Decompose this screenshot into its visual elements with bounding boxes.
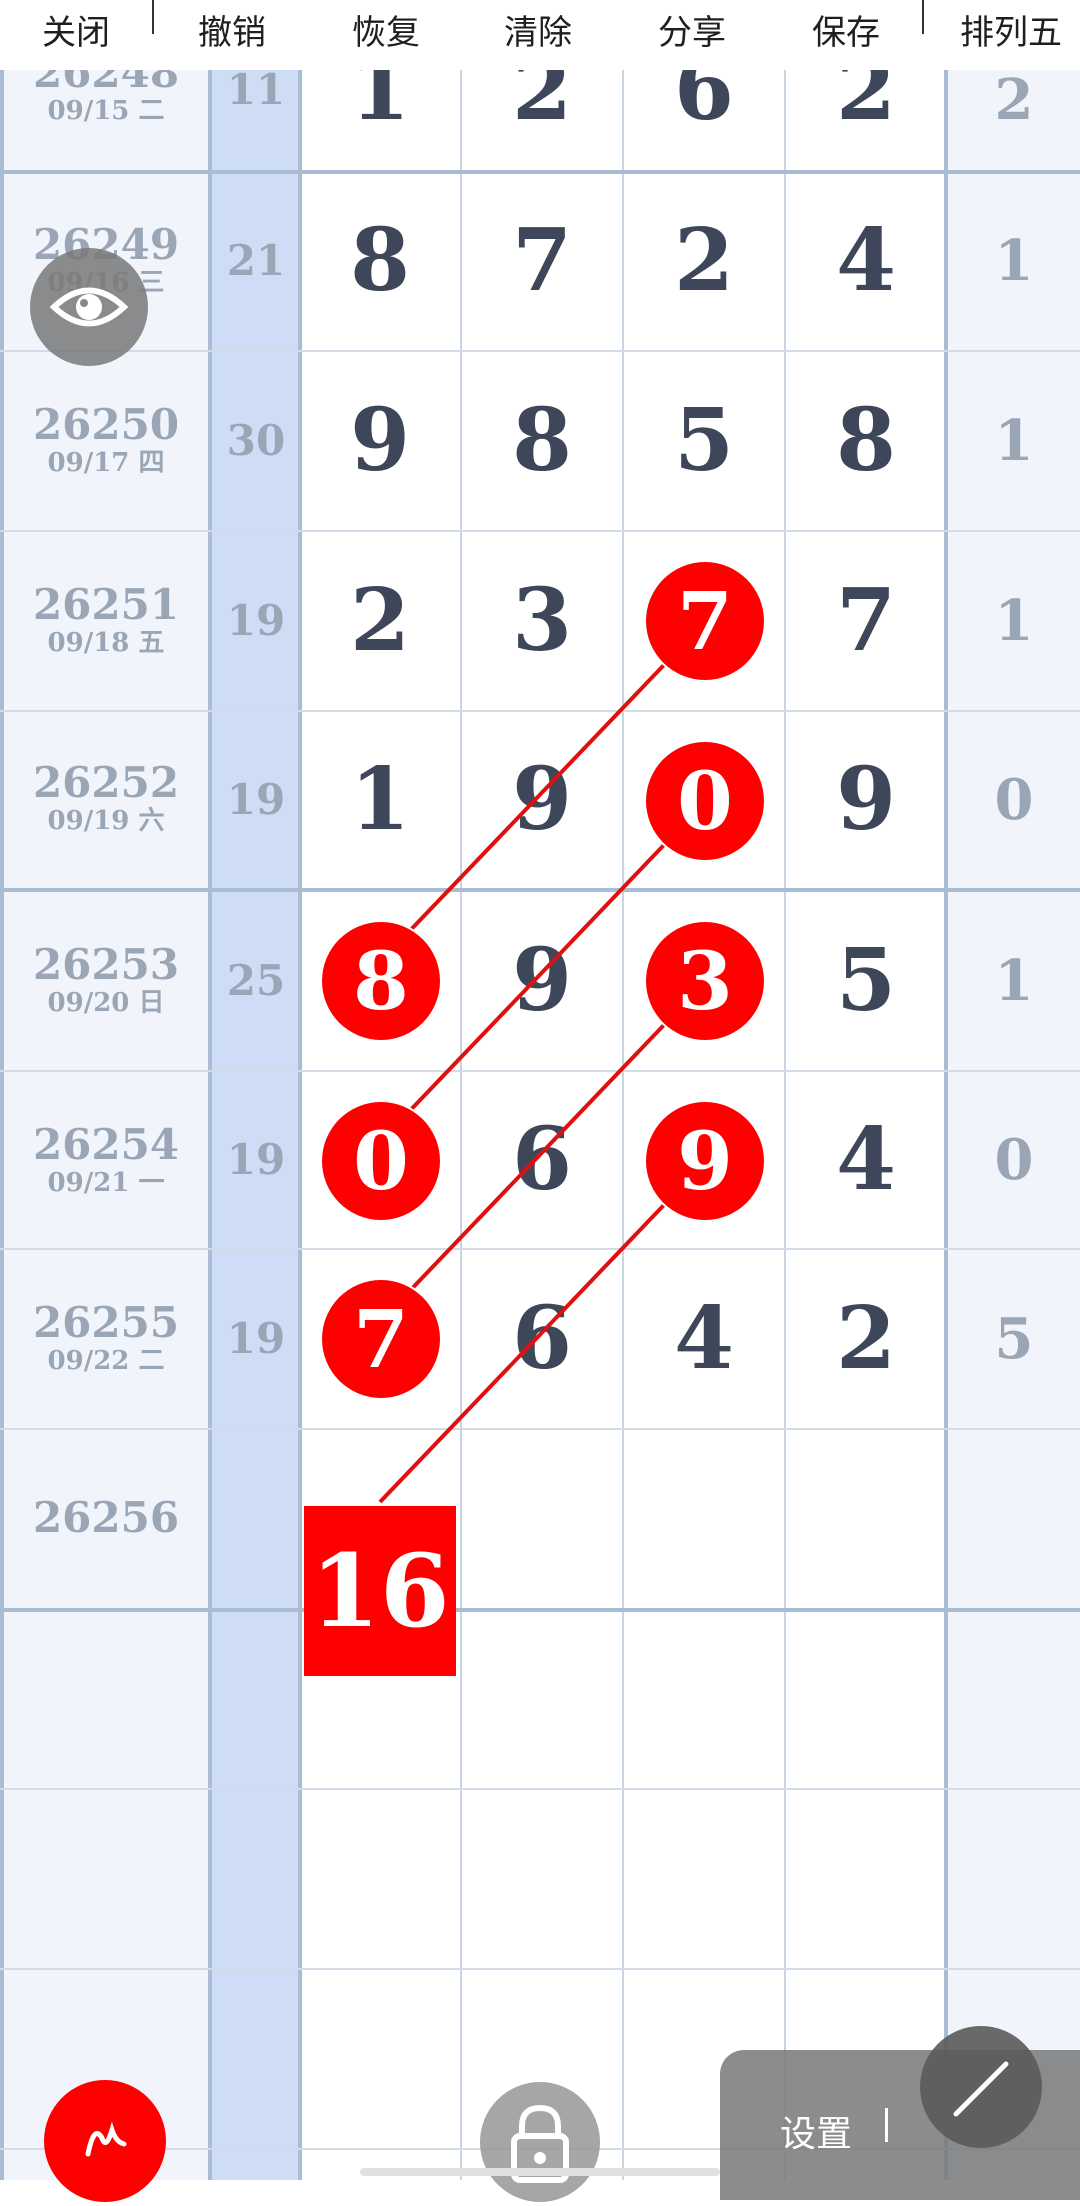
clear-button[interactable]: 清除: [482, 0, 594, 70]
toolbar-separator: [152, 0, 154, 34]
trend-connector-lines: [378, 620, 707, 1504]
redo-button[interactable]: 恢复: [330, 0, 442, 70]
trend-grid[interactable]: 26248 09/15 二 11 1 2 6 2 2 26249 09/16 三…: [0, 70, 1080, 2180]
highlight-ball[interactable]: 0: [646, 742, 764, 860]
lock-button[interactable]: [480, 2082, 600, 2202]
share-button[interactable]: 分享: [636, 0, 748, 70]
line-draw-button[interactable]: [920, 2026, 1042, 2148]
highlight-ball[interactable]: 9: [646, 1102, 764, 1220]
signature-pen-icon: [85, 2121, 127, 2157]
eye-toggle-button[interactable]: [30, 248, 148, 366]
highlight-ball[interactable]: 7: [322, 1280, 440, 1398]
undo-button[interactable]: 撤销: [176, 0, 288, 70]
highlight-ball[interactable]: 3: [646, 922, 764, 1040]
home-indicator: [360, 2168, 720, 2176]
settings-divider: [885, 2108, 888, 2142]
lock-icon: [511, 2104, 569, 2183]
top-toolbar: 关闭 撤销 恢复 清除 分享 保存 排列五: [0, 0, 1080, 70]
eye-icon: [49, 287, 129, 327]
save-button[interactable]: 保存: [790, 0, 902, 70]
signature-pen-button[interactable]: [44, 2080, 166, 2202]
highlight-ball[interactable]: 7: [646, 562, 764, 680]
toolbar-separator: [922, 0, 924, 34]
settings-button[interactable]: 设置: [780, 2105, 852, 2157]
close-button[interactable]: 关闭: [20, 0, 132, 70]
lottery-type-label[interactable]: 排列五: [946, 0, 1076, 70]
marked-sum-box[interactable]: 16: [304, 1506, 456, 1676]
line-draw-icon: [953, 2061, 1009, 2117]
highlight-ball[interactable]: 0: [322, 1102, 440, 1220]
highlight-ball[interactable]: 8: [322, 922, 440, 1040]
